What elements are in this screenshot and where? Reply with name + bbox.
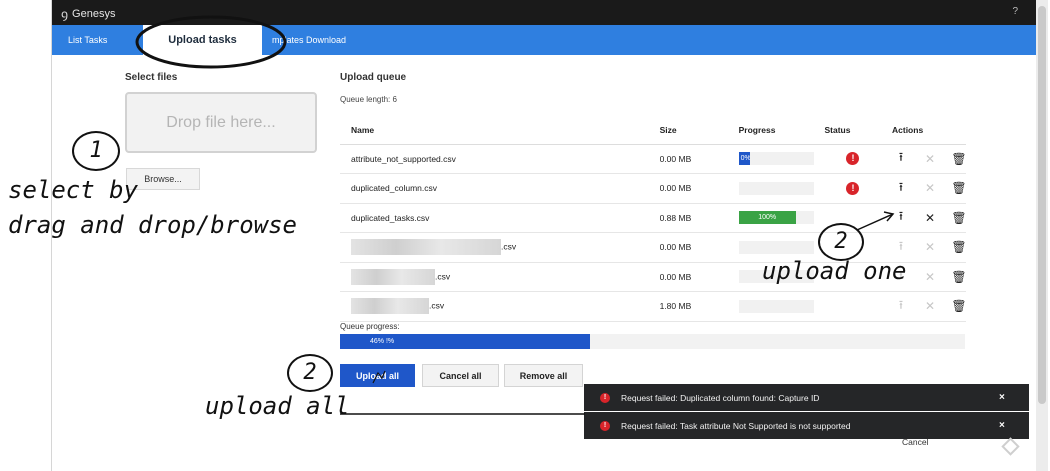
cursor-hand-icon <box>372 370 386 384</box>
annotation-drag-drop: drag and drop/browse <box>8 211 297 239</box>
tab-highlight-ellipse <box>135 15 287 69</box>
upload-one-arrow <box>856 213 894 231</box>
step-1-badge: 1 <box>72 131 120 171</box>
step-2-upload-all-badge: 2 <box>287 354 333 392</box>
screen: ꝯ Genesys ? List Tasks Upload tasks mpla… <box>0 0 1050 471</box>
annotation-select-by: select by <box>8 176 139 204</box>
annotation-upload-all: upload all <box>205 392 350 420</box>
annotation-upload-one: upload one <box>762 257 907 285</box>
step-2-upload-one-badge: 2 <box>818 223 864 261</box>
